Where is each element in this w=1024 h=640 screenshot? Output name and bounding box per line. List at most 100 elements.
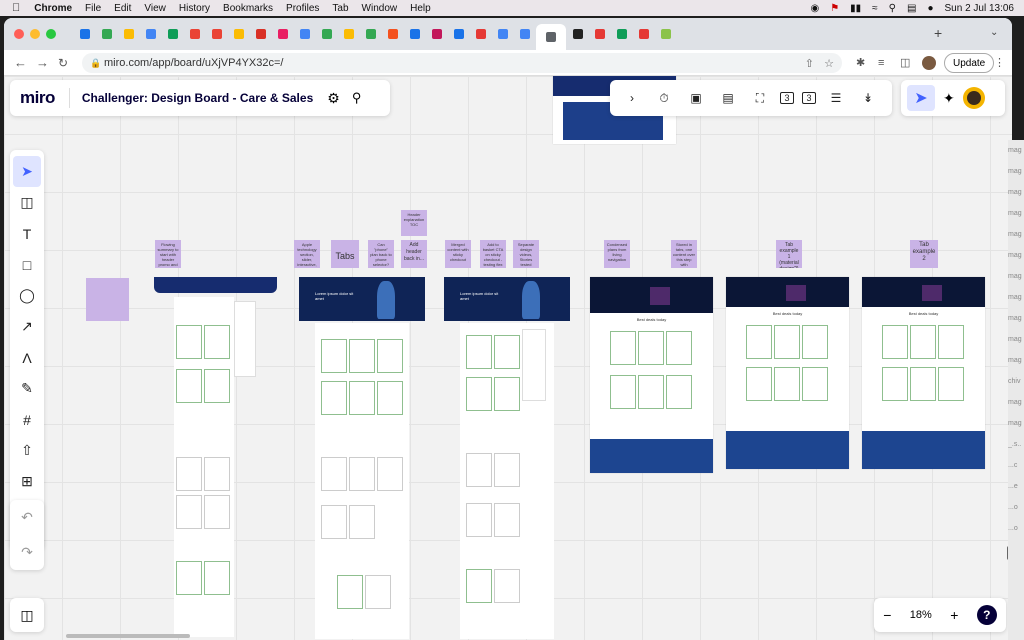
browser-tab[interactable] bbox=[162, 23, 183, 45]
board-pages-panel[interactable]: ◫ bbox=[10, 598, 44, 632]
reload-icon[interactable]: ↻ bbox=[58, 56, 68, 70]
sticky-note-5[interactable]: Merged content with sticky checkout bbox=[445, 240, 471, 268]
frames-icon[interactable]: ▣ bbox=[684, 91, 708, 105]
browser-tab[interactable] bbox=[316, 23, 337, 45]
calendar-badge-1[interactable]: 3 bbox=[780, 92, 794, 104]
profile-icon[interactable]: ● bbox=[927, 3, 933, 14]
design-frame-4[interactable]: Best deals today bbox=[590, 277, 713, 473]
more-apps-icon[interactable]: ⊞ bbox=[10, 466, 44, 497]
celebrate-icon[interactable]: ✦ bbox=[943, 90, 955, 107]
sticky-note-3[interactable]: Can "phone" plan back to phone selector? bbox=[368, 240, 394, 268]
sticky-note-6[interactable]: Add to basket CTA on sticky checkout - t… bbox=[480, 240, 506, 268]
upload-tool-icon[interactable]: ⇧ bbox=[10, 435, 44, 466]
design-frame-6[interactable]: Best deals today bbox=[862, 277, 985, 469]
more-chevron-icon[interactable]: ↡ bbox=[856, 91, 880, 105]
minimize-window-button[interactable] bbox=[30, 29, 40, 39]
browser-tab[interactable] bbox=[74, 23, 95, 45]
design-frame-5[interactable]: Best deals today bbox=[726, 277, 849, 469]
browser-tab[interactable] bbox=[294, 23, 315, 45]
sticky-note-2[interactable]: Apple technology section, slider, intera… bbox=[294, 240, 320, 268]
browser-tab[interactable] bbox=[382, 23, 403, 45]
sticky-note-12[interactable] bbox=[86, 278, 129, 321]
bookmark-star-icon[interactable]: ☆ bbox=[824, 57, 834, 70]
miro-board-canvas[interactable]: Header explanation TOC Flowing summary t… bbox=[4, 76, 1012, 640]
zoom-in-icon[interactable]: + bbox=[950, 607, 958, 623]
board-search-icon[interactable]: ⚲ bbox=[352, 90, 362, 106]
browser-tab[interactable] bbox=[404, 23, 425, 45]
cursor-follow-icon[interactable]: ➤ bbox=[907, 85, 935, 111]
user-avatar[interactable] bbox=[962, 87, 985, 109]
menu-profiles[interactable]: Profiles bbox=[286, 3, 319, 14]
creative-cloud-icon[interactable]: ◉ bbox=[810, 3, 819, 14]
apple-menu-icon[interactable]:  bbox=[12, 2, 20, 14]
menu-file[interactable]: File bbox=[85, 3, 101, 14]
back-icon[interactable]: ← bbox=[14, 55, 27, 70]
help-button[interactable]: ? bbox=[976, 605, 997, 625]
miro-logo[interactable]: miro bbox=[20, 88, 55, 108]
design-frame-3[interactable]: Lorem ipsum dolor sit amet bbox=[444, 277, 570, 640]
templates-icon[interactable]: ◫ bbox=[10, 187, 44, 218]
notes-icon[interactable]: ☰ bbox=[824, 91, 848, 105]
browser-tab[interactable] bbox=[470, 23, 491, 45]
presentation-icon[interactable]: ▤ bbox=[716, 91, 740, 105]
focus-icon[interactable]: ⛶ bbox=[748, 91, 772, 106]
browser-tab[interactable] bbox=[140, 23, 161, 45]
browser-tab[interactable] bbox=[272, 23, 293, 45]
browser-tab[interactable] bbox=[448, 23, 469, 45]
sticky-note-7[interactable]: Separate design videos, Stories tested t… bbox=[513, 240, 539, 268]
browser-tab[interactable] bbox=[567, 23, 588, 45]
menu-history[interactable]: History bbox=[179, 3, 210, 14]
browser-tab[interactable] bbox=[426, 23, 447, 45]
menu-help[interactable]: Help bbox=[410, 3, 431, 14]
select-tool-icon[interactable]: ➤ bbox=[13, 156, 41, 187]
connector-tool-icon[interactable]: ↗ bbox=[10, 311, 44, 342]
forward-icon[interactable]: → bbox=[36, 55, 49, 70]
flag-icon[interactable]: ⚑ bbox=[830, 3, 839, 14]
browser-tab[interactable] bbox=[655, 23, 676, 45]
browser-tab[interactable] bbox=[514, 23, 535, 45]
settings-icon[interactable]: ⚙ bbox=[327, 90, 340, 107]
sidebar-toggle-icon[interactable]: ◫ bbox=[20, 607, 33, 624]
profile-avatar[interactable] bbox=[922, 55, 936, 70]
sticky-note-4[interactable]: Add header back in... bbox=[401, 240, 427, 268]
more-menu-icon[interactable]: ⋮ bbox=[994, 56, 1005, 69]
browser-tab[interactable] bbox=[184, 23, 205, 45]
horizontal-scrollbar[interactable] bbox=[66, 634, 190, 638]
sticky-note-10[interactable]: Tab example 1 (material design?) bbox=[776, 240, 802, 268]
zoom-out-icon[interactable]: − bbox=[883, 607, 891, 623]
zoom-level[interactable]: 18% bbox=[910, 609, 932, 621]
share-icon[interactable]: ⇧ bbox=[805, 57, 814, 70]
browser-tab[interactable] bbox=[633, 23, 654, 45]
shapes-tool-icon[interactable]: ◯ bbox=[10, 280, 44, 311]
browser-tab[interactable] bbox=[250, 23, 271, 45]
collapse-chevron-icon[interactable]: › bbox=[620, 91, 644, 105]
pen-tool-icon[interactable]: Λ bbox=[10, 342, 44, 373]
design-frame-2[interactable]: Lorem ipsum dolor sit amet bbox=[299, 277, 425, 640]
close-window-button[interactable] bbox=[14, 29, 24, 39]
browser-tab[interactable] bbox=[360, 23, 381, 45]
browser-tab[interactable] bbox=[536, 24, 566, 50]
browser-tab[interactable] bbox=[611, 23, 632, 45]
comment-tool-icon[interactable]: ✎ bbox=[10, 373, 44, 404]
control-center-icon[interactable]: ▤ bbox=[907, 3, 916, 14]
text-tool-icon[interactable]: T bbox=[10, 218, 44, 249]
wifi-icon[interactable]: ≈ bbox=[872, 3, 878, 14]
sticky-note-1[interactable]: Flowing summary to start with header pro… bbox=[155, 240, 181, 268]
menu-window[interactable]: Window bbox=[362, 3, 398, 14]
battery-icon[interactable]: ▮▮ bbox=[850, 3, 861, 14]
redo-icon[interactable]: ↷ bbox=[21, 544, 33, 561]
tab-search-icon[interactable]: ⌄ bbox=[990, 27, 998, 38]
sidebar-icon[interactable]: ◫ bbox=[900, 56, 910, 69]
sticky-note-11[interactable]: Tab example 2 bbox=[910, 240, 938, 268]
timer-icon[interactable]: ⏱ bbox=[652, 91, 676, 106]
browser-tab[interactable] bbox=[492, 23, 513, 45]
browser-tab[interactable] bbox=[96, 23, 117, 45]
sticky-note-8[interactable]: Condensed plans from living navigation bbox=[604, 240, 630, 268]
sticky-note-9[interactable]: Stored in tabs, one content over this st… bbox=[671, 240, 697, 268]
browser-tab[interactable] bbox=[589, 23, 610, 45]
update-button[interactable]: Update bbox=[944, 53, 995, 73]
frame-tool-icon[interactable]: # bbox=[10, 404, 44, 435]
zoom-window-button[interactable] bbox=[46, 29, 56, 39]
browser-tab[interactable] bbox=[338, 23, 359, 45]
sticky-note-tabs[interactable]: Tabs bbox=[331, 240, 359, 268]
